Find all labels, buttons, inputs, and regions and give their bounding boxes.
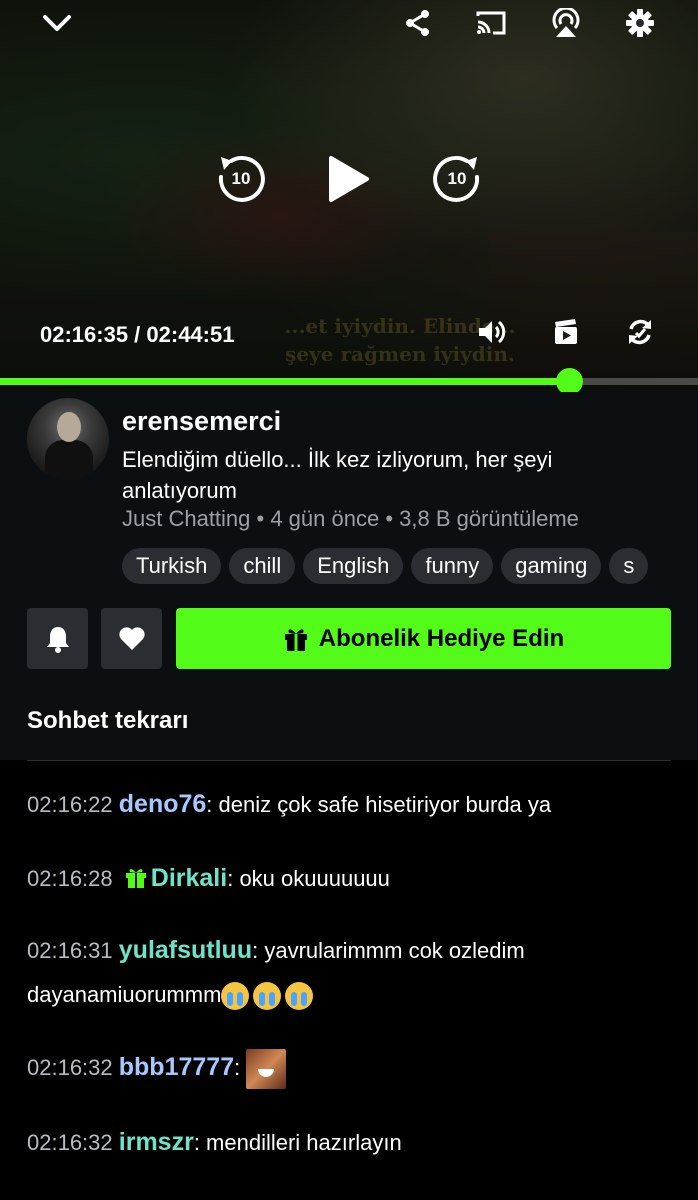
channel-name[interactable]: erensemerci (122, 406, 281, 437)
message-username[interactable]: yulafsutluu (119, 936, 252, 964)
message-timestamp: 02:16:28 (27, 866, 113, 891)
clip-icon[interactable] (550, 316, 582, 348)
bell-icon (46, 626, 69, 653)
stream-title: Elendiğim düello... İlk kez izliyorum, h… (122, 447, 553, 503)
tag-list: Turkish chill English funny gaming s (122, 548, 698, 586)
play-icon (329, 156, 369, 202)
message-username[interactable]: bbb17777 (119, 1053, 234, 1081)
laughing-emote (246, 1049, 287, 1090)
chat-message: 02:16:22 deno76: deniz çok safe hisetiri… (27, 790, 552, 818)
message-text-continued: dayanamiuorummm (27, 982, 222, 1007)
gift-badge-icon (125, 869, 146, 888)
seek-back-button[interactable]: 10 (214, 152, 268, 206)
seek-forward-button[interactable]: 10 (430, 152, 484, 206)
crying-face-emoji (285, 982, 314, 1011)
video-player[interactable]: ...et iyiydin. Elinde... şeye rağmen iyi… (0, 0, 698, 392)
gear-icon[interactable] (623, 6, 657, 40)
tag-chip[interactable]: s (609, 548, 649, 584)
stream-meta: Just Chatting • 4 gün önce • 3,8 B görün… (122, 506, 579, 531)
channel-info-panel: erensemerci Elendiğim düello... İlk kez … (0, 392, 698, 760)
seek-back-label: 10 (231, 169, 251, 188)
message-timestamp: 02:16:31 (27, 938, 113, 963)
chat-message: 02:16:32 irmszr: mendilleri hazırlayın (27, 1128, 402, 1156)
seek-forward-label: 10 (447, 169, 467, 188)
crying-face-emoji (221, 982, 250, 1011)
heart-icon (118, 626, 145, 650)
message-timestamp: 02:16:32 (27, 1130, 113, 1155)
message-text: yavrularimmm cok ozledim (264, 938, 525, 963)
gift-button-label: Abonelik Hediye Edin (318, 624, 565, 652)
gift-subscription-button[interactable]: Abonelik Hediye Edin (176, 608, 671, 669)
airplay-icon[interactable] (549, 6, 583, 40)
avatar[interactable] (27, 398, 109, 480)
play-button[interactable] (322, 152, 374, 206)
divider (27, 760, 671, 761)
cast-icon[interactable] (474, 6, 508, 40)
time-display: 02:16:35 / 02:44:51 (40, 322, 235, 347)
message-text: oku okuuuuuuu (239, 866, 390, 891)
share-icon[interactable] (401, 6, 435, 40)
tag-chip[interactable]: Turkish (122, 548, 222, 584)
gift-icon (284, 628, 307, 651)
message-username[interactable]: irmszr (119, 1128, 194, 1156)
progress-thumb[interactable] (555, 368, 583, 392)
chat-message: 02:16:28 Dirkali: oku okuuuuuuu (27, 864, 390, 892)
rotate-icon[interactable] (624, 316, 656, 348)
volume-icon[interactable] (476, 316, 508, 348)
chat-message: 02:16:32 bbb17777: (27, 1045, 667, 1090)
progress-bar[interactable] (0, 368, 698, 392)
message-text: mendilleri hazırlayın (206, 1130, 402, 1155)
message-username[interactable]: Dirkali (151, 864, 227, 892)
chat-message: 02:16:31 yulafsutluu: yavrularimmm cok o… (27, 928, 667, 1017)
notifications-button[interactable] (27, 608, 88, 669)
progress-fill (0, 378, 569, 385)
crying-face-emoji (253, 982, 282, 1011)
follow-button[interactable] (101, 608, 162, 669)
tag-chip[interactable]: funny (411, 548, 494, 584)
message-timestamp: 02:16:32 (27, 1055, 113, 1080)
tag-chip[interactable]: gaming (501, 548, 602, 584)
chevron-down-icon[interactable] (40, 6, 74, 40)
tag-chip[interactable]: chill (229, 548, 296, 584)
message-timestamp: 02:16:22 (27, 792, 113, 817)
chat-replay-title: Sohbet tekrarı (27, 707, 189, 734)
message-text: deniz çok safe hisetiriyor burda ya (218, 792, 552, 817)
tag-chip[interactable]: English (303, 548, 404, 584)
message-username[interactable]: deno76 (119, 790, 207, 818)
